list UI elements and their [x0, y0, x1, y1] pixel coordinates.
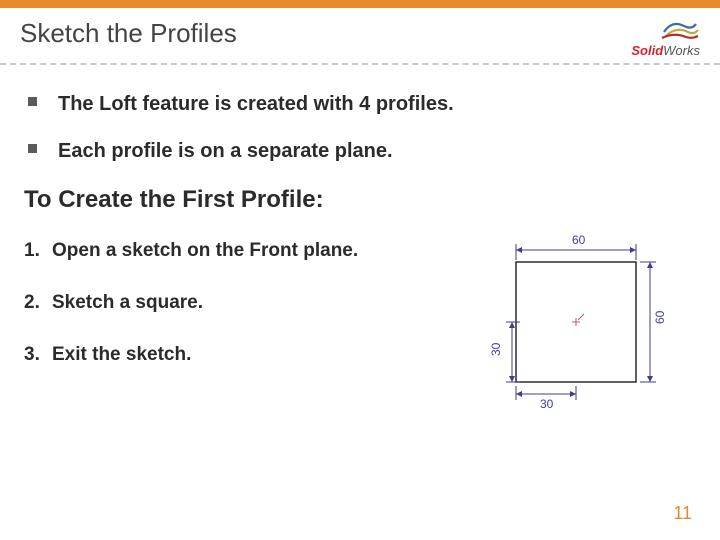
bullet-item: The Loft feature is created with 4 profi… — [24, 92, 696, 117]
ds-logo-icon — [660, 18, 700, 42]
step-item: 1. Open a sketch on the Front plane. — [24, 240, 466, 262]
step-text: Exit the sketch. — [52, 344, 466, 366]
content-area: The Loft feature is created with 4 profi… — [24, 92, 696, 412]
top-accent-bar — [0, 0, 720, 8]
steps-row: 1. Open a sketch on the Front plane. 2. … — [24, 240, 696, 412]
bullet-item: Each profile is on a separate plane. — [24, 139, 696, 164]
step-number: 3. — [24, 344, 52, 366]
step-number: 1. — [24, 240, 52, 262]
sub-heading: To Create the First Profile: — [24, 186, 696, 214]
dim-left: 30 — [489, 342, 503, 356]
bullet-list: The Loft feature is created with 4 profi… — [24, 92, 696, 164]
page-title: Sketch the Profiles — [20, 18, 237, 49]
brand-works: Works — [663, 43, 700, 58]
step-item: 2. Sketch a square. — [24, 292, 466, 314]
page-number: 11 — [673, 503, 692, 524]
dim-bottom: 30 — [540, 397, 554, 411]
slide: Sketch the Profiles SolidWorks The Loft … — [0, 0, 720, 540]
divider — [0, 63, 720, 65]
square-bullet-icon — [28, 97, 37, 106]
step-number: 2. — [24, 292, 52, 314]
square-bullet-icon — [28, 144, 37, 153]
brand-solid: Solid — [631, 43, 663, 58]
dim-right: 60 — [653, 310, 667, 324]
bullet-text: The Loft feature is created with 4 profi… — [58, 93, 454, 115]
sketch-diagram: 60 60 — [476, 232, 696, 412]
numbered-steps: 1. Open a sketch on the Front plane. 2. … — [24, 240, 466, 396]
step-item: 3. Exit the sketch. — [24, 344, 466, 366]
brand-logo: SolidWorks — [631, 18, 700, 58]
dim-top: 60 — [572, 233, 586, 247]
bullet-text: Each profile is on a separate plane. — [58, 140, 393, 162]
title-row: Sketch the Profiles SolidWorks — [20, 18, 700, 62]
step-text: Open a sketch on the Front plane. — [52, 240, 466, 262]
step-text: Sketch a square. — [52, 292, 466, 314]
brand-logo-text: SolidWorks — [631, 43, 700, 58]
